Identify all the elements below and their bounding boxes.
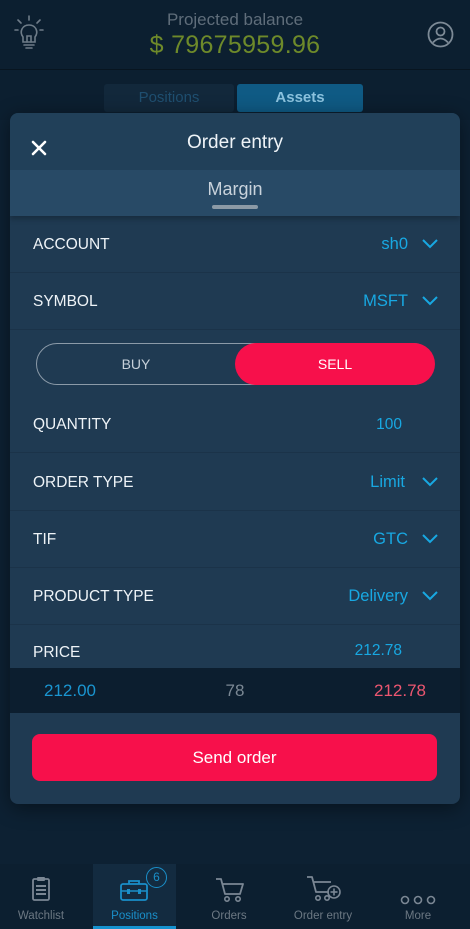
nav-label-more: More	[404, 910, 432, 922]
nav-positions[interactable]: 6 Positions	[93, 864, 176, 929]
clipboard-icon	[32, 877, 50, 901]
tif-value: GTC	[373, 530, 408, 548]
tab-assets[interactable]: Assets	[237, 84, 363, 112]
chevron-down-icon	[422, 534, 438, 544]
nav-label-positions: Positions	[111, 910, 158, 922]
order-type-label: ORDER TYPE	[33, 474, 134, 491]
bottom-nav: Watchlist 6 Positions Orders Order entry…	[0, 864, 470, 929]
send-order-button[interactable]: Send order	[32, 734, 437, 781]
chevron-down-icon	[422, 477, 438, 487]
product-type-value: Delivery	[348, 587, 408, 605]
symbol-row[interactable]: SYMBOL MSFT	[10, 273, 460, 330]
quantity-label: QUANTITY	[33, 416, 112, 433]
profile-icon[interactable]	[427, 21, 454, 48]
tab-positions[interactable]: Positions	[104, 84, 234, 112]
more-dots-icon	[400, 895, 436, 905]
quantity-input[interactable]: 100	[376, 396, 402, 453]
nav-label-orders: Orders	[211, 910, 247, 922]
symbol-value: MSFT	[363, 292, 408, 310]
price-row: PRICE 212.78	[10, 625, 460, 668]
cart-plus-icon	[307, 876, 341, 901]
ask-price[interactable]: 212.78	[374, 668, 426, 713]
nav-more[interactable]: More	[376, 864, 460, 929]
account-label: ACCOUNT	[33, 236, 110, 253]
cart-icon	[216, 878, 244, 902]
top-bar: Projected balance $ 79675959.96	[0, 0, 470, 70]
sell-button[interactable]: SELL	[235, 343, 435, 385]
modal-title: Order entry	[186, 132, 284, 153]
order-type-value: Limit	[370, 473, 405, 491]
chevron-down-icon	[422, 239, 438, 249]
nav-label-watchlist: Watchlist	[17, 910, 65, 922]
margin-selector[interactable]: Margin	[10, 170, 460, 216]
chevron-down-icon	[422, 591, 438, 601]
order-type-row[interactable]: ORDER TYPE Limit	[10, 454, 460, 511]
symbol-label: SYMBOL	[33, 293, 98, 310]
nav-label-order-entry: Order entry	[293, 910, 353, 922]
nav-watchlist[interactable]: Watchlist	[0, 864, 82, 929]
nav-order-entry[interactable]: Order entry	[281, 864, 365, 929]
order-entry-modal: Order entry Margin ACCOUNT sh0 SYMBOL MS…	[10, 113, 460, 804]
projected-balance-value: $ 79675959.96	[149, 31, 321, 59]
projected-balance-label: Projected balance	[166, 10, 304, 29]
positions-count-badge: 6	[146, 867, 167, 888]
quantity-row: QUANTITY 100	[10, 396, 460, 453]
account-row[interactable]: ACCOUNT sh0	[10, 216, 460, 273]
product-type-label: PRODUCT TYPE	[33, 588, 154, 605]
tif-row[interactable]: TIF GTC	[10, 511, 460, 568]
briefcase-icon	[120, 880, 148, 901]
tif-label: TIF	[33, 531, 57, 548]
nav-orders[interactable]: Orders	[188, 864, 270, 929]
buy-button[interactable]: BUY	[37, 344, 235, 384]
drag-handle[interactable]	[212, 205, 258, 209]
margin-label: Margin	[207, 179, 263, 199]
price-ladder: 212.00 78 212.78	[10, 668, 460, 713]
modal-header: Order entry Margin	[10, 113, 460, 216]
account-value: sh0	[381, 235, 408, 253]
chevron-down-icon	[422, 296, 438, 306]
product-type-row[interactable]: PRODUCT TYPE Delivery	[10, 568, 460, 625]
buy-sell-toggle: BUY SELL	[36, 343, 435, 385]
